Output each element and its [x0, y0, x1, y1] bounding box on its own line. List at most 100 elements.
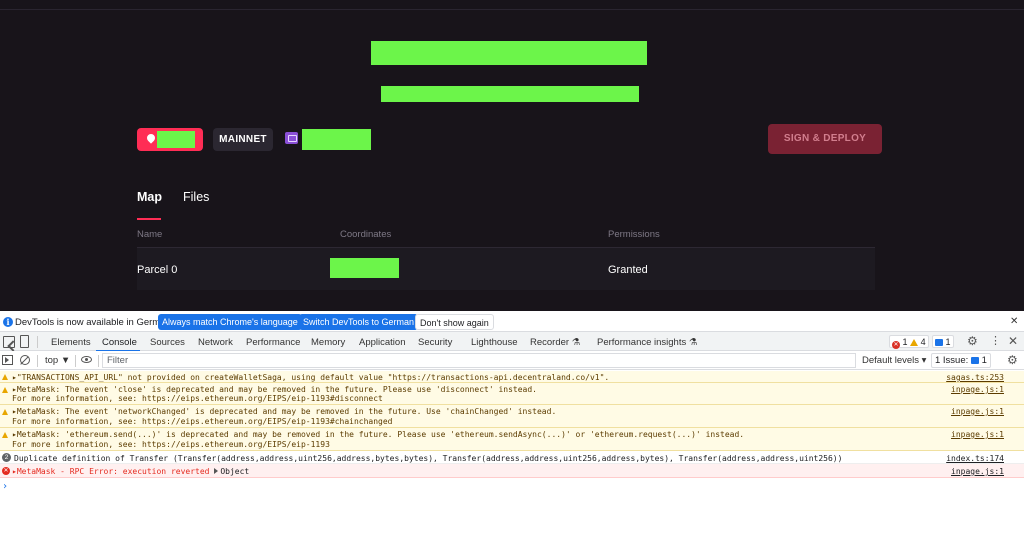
toolbar-divider: [98, 355, 99, 367]
tab-performance-insights-label: Performance insights: [597, 337, 687, 348]
infobar-message: DevTools is now available in German!: [15, 317, 174, 328]
console-output: ▸"TRANSACTIONS_API_URL" not provided on …: [0, 371, 1024, 534]
tab-security[interactable]: Security: [418, 337, 452, 348]
warning-icon: [2, 374, 8, 380]
sign-deploy-button[interactable]: SIGN & DEPLOY: [768, 124, 882, 154]
source-link[interactable]: inpage.js:1: [951, 430, 1004, 439]
context-select[interactable]: top ▼: [45, 355, 70, 366]
tab-performance-insights[interactable]: Performance insights ⚗: [597, 337, 697, 348]
location-pin-icon: [145, 132, 157, 144]
tab-recorder[interactable]: Recorder ⚗: [530, 337, 580, 348]
console-settings-gear-icon[interactable]: ⚙: [1007, 354, 1018, 366]
redacted-project-title: [371, 41, 647, 65]
flask-icon: ⚗: [571, 337, 581, 348]
flask-icon: ⚗: [688, 337, 698, 348]
toolbar-divider: [37, 336, 38, 348]
column-header-coordinates: Coordinates: [340, 229, 392, 240]
device-toolbar-icon[interactable]: [20, 335, 29, 348]
more-options-icon[interactable]: ⋮: [990, 335, 1001, 347]
console-message[interactable]: ▸MetaMask: The event 'networkChanged' is…: [0, 405, 1024, 428]
close-icon[interactable]: ✕: [1010, 316, 1018, 327]
console-filterbar: top ▼ Default levels ▾ 1 Issue: 1 ⚙: [0, 351, 1024, 370]
toolbar-divider: [75, 355, 76, 367]
tab-recorder-label: Recorder: [530, 337, 570, 348]
expandable-object[interactable]: Object: [214, 467, 249, 476]
expand-arrow-icon: [214, 468, 219, 474]
message-text: ▸MetaMask: The event 'close' is deprecat…: [12, 385, 537, 394]
dont-show-again-button[interactable]: Don't show again: [415, 314, 494, 330]
language-infobar: i DevTools is now available in German! A…: [0, 311, 1024, 332]
tab-sources[interactable]: Sources: [150, 337, 185, 348]
redacted-location: [157, 131, 195, 148]
app-page: MAINNET SIGN & DEPLOY Map Files Name Coo…: [0, 0, 1024, 311]
source-link[interactable]: inpage.js:1: [951, 407, 1004, 416]
table-row: [137, 248, 875, 290]
console-message[interactable]: ▸"TRANSACTIONS_API_URL" not provided on …: [0, 371, 1024, 383]
source-link[interactable]: index.ts:174: [946, 454, 1004, 463]
tab-files[interactable]: Files: [183, 190, 209, 204]
source-link[interactable]: inpage.js:1: [951, 385, 1004, 394]
devtools-tabbar: Elements Console Sources Network Perform…: [0, 332, 1024, 352]
filter-input[interactable]: [102, 353, 856, 368]
network-badge: MAINNET: [213, 128, 273, 151]
object-label: Object: [220, 467, 250, 476]
source-link[interactable]: inpage.js:1: [951, 467, 1004, 476]
tab-console[interactable]: Console: [102, 337, 137, 348]
column-header-name: Name: [137, 229, 163, 240]
error-text: ▸MetaMask - RPC Error: execution reverte…: [12, 467, 210, 476]
tab-map[interactable]: Map: [137, 190, 162, 204]
tab-network[interactable]: Network: [198, 337, 233, 348]
active-tab-indicator: [137, 218, 161, 220]
tab-memory[interactable]: Memory: [311, 337, 345, 348]
live-expression-eye-icon[interactable]: [81, 356, 92, 363]
console-prompt[interactable]: ›: [2, 481, 8, 492]
info-icon: i: [3, 317, 13, 327]
message-text: ▸"TRANSACTIONS_API_URL" not provided on …: [12, 373, 610, 382]
message-text-more-info: For more information, see: https://eips.…: [12, 394, 383, 403]
issue-icon: [970, 357, 979, 364]
redacted-coordinates: [330, 258, 399, 278]
warning-icon: [2, 432, 8, 438]
gear-icon[interactable]: ⚙: [967, 335, 979, 347]
cell-permissions: Granted: [608, 264, 648, 276]
message-counter[interactable]: 1: [932, 335, 954, 348]
message-icon: [935, 339, 943, 346]
issues-label: 1 Issue:: [935, 355, 969, 366]
console-message[interactable]: ✕ ▸MetaMask - RPC Error: execution rever…: [0, 464, 1024, 478]
close-devtools-icon[interactable]: ✕: [1008, 334, 1018, 348]
header-divider: [0, 9, 1024, 10]
always-match-language-button[interactable]: Always match Chrome's language: [158, 314, 302, 330]
warning-icon: [910, 339, 919, 346]
tab-application[interactable]: Application: [359, 337, 405, 348]
clear-console-icon[interactable]: [20, 355, 30, 365]
console-message[interactable]: ▸MetaMask: 'ethereum.send(...)' is depre…: [0, 428, 1024, 451]
message-text-more-info: For more information, see: https://eips.…: [12, 417, 393, 426]
tab-elements[interactable]: Elements: [51, 337, 91, 348]
message-text: ▸MetaMask - RPC Error: execution reverte…: [12, 467, 249, 476]
console-message[interactable]: ▸MetaMask: The event 'close' is deprecat…: [0, 383, 1024, 405]
message-text-more-info: For more information, see: https://eips.…: [12, 440, 330, 449]
tab-lighthouse[interactable]: Lighthouse: [471, 337, 517, 348]
inspect-element-icon[interactable]: [3, 336, 15, 348]
source-link[interactable]: sagas.ts:253: [946, 373, 1004, 382]
redacted-project-description: [381, 86, 639, 102]
wallet-icon: [285, 132, 298, 144]
tab-performance[interactable]: Performance: [246, 337, 300, 348]
repeat-count-badge: 2: [2, 453, 11, 462]
warning-icon: [2, 387, 8, 393]
devtools-panel: i DevTools is now available in German! A…: [0, 311, 1024, 534]
console-message[interactable]: 2 Duplicate definition of Transfer (Tran…: [0, 451, 1024, 464]
column-header-permissions: Permissions: [608, 229, 660, 240]
redacted-wallet-address: [302, 129, 371, 150]
issues-button[interactable]: 1 Issue: 1: [931, 353, 991, 368]
log-levels-select[interactable]: Default levels ▾: [862, 355, 926, 366]
issues-count: 1: [981, 355, 987, 366]
error-count: 1: [902, 337, 908, 347]
error-icon: ✕: [892, 341, 900, 349]
error-warning-counter[interactable]: ✕ 1 4: [889, 335, 929, 349]
console-sidebar-icon[interactable]: [2, 355, 13, 365]
location-pill[interactable]: [137, 128, 203, 151]
message-text: ▸MetaMask: The event 'networkChanged' is…: [12, 407, 557, 416]
warning-count: 4: [920, 337, 926, 347]
switch-to-german-button[interactable]: Switch DevTools to German: [299, 314, 419, 330]
